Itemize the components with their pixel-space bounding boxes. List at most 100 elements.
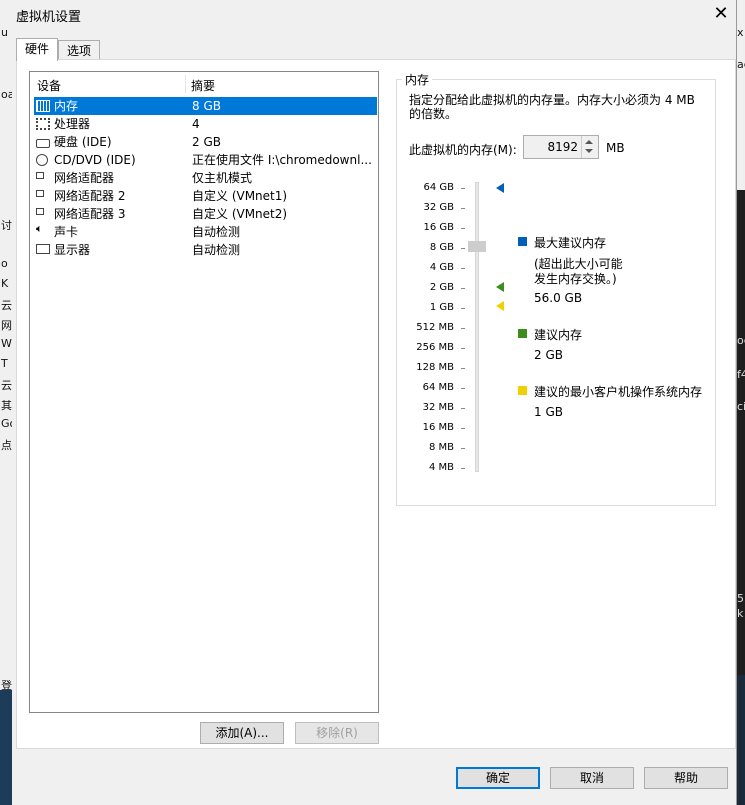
recommended-legend-swatch xyxy=(518,329,527,338)
memory-field-label: 此虚拟机的内存(M): xyxy=(409,143,517,157)
column-header-summary[interactable]: 摘要 xyxy=(191,77,215,94)
scale-label: 32 MB xyxy=(422,402,454,413)
close-icon[interactable]: ✕ xyxy=(708,2,734,26)
memory-stepper[interactable] xyxy=(581,136,598,158)
monitor-icon xyxy=(36,244,50,254)
cpu-icon xyxy=(36,118,50,130)
device-name: 网络适配器 3 xyxy=(54,207,126,221)
max-legend-value: 56.0 GB xyxy=(534,291,583,305)
device-row-sound[interactable]: 🔈︎ 声卡 自动检测 xyxy=(34,223,377,241)
network-icon xyxy=(36,208,44,215)
device-row-network-3[interactable]: 网络适配器 3 自定义 (VMnet2) xyxy=(34,205,377,223)
bg-text: K xyxy=(1,277,9,290)
recommended-legend-value: 2 GB xyxy=(534,348,563,362)
add-button[interactable]: 添加(A)... xyxy=(200,722,284,744)
recommended-legend-title: 建议内存 xyxy=(534,328,583,342)
scale-label: 8 MB xyxy=(428,442,454,453)
device-name: 声卡 xyxy=(54,225,79,239)
memory-spinbox[interactable]: 8192 xyxy=(523,135,599,159)
device-summary: 自定义 (VMnet1) xyxy=(192,189,288,203)
bg-text: 讨 xyxy=(1,219,12,232)
min-legend-value: 1 GB xyxy=(534,405,563,419)
dialog-title: 虚拟机设置 xyxy=(16,10,82,25)
device-name: 显示器 xyxy=(54,243,91,257)
ok-button[interactable]: 确定 xyxy=(456,767,540,789)
scale-label: 2 GB xyxy=(429,282,454,293)
background-desktop xyxy=(0,690,12,805)
bg-text: x xyxy=(737,26,744,39)
device-name: 网络适配器 2 xyxy=(54,189,126,203)
min-marker-icon xyxy=(496,301,504,311)
device-summary: 正在使用文件 I:\chromedownl... xyxy=(192,153,372,167)
scale-tick xyxy=(461,428,465,429)
device-summary: 自定义 (VMnet2) xyxy=(192,207,288,221)
speaker-icon: 🔈︎ xyxy=(36,222,43,235)
tab-hardware[interactable]: 硬件 xyxy=(16,38,59,61)
memory-input[interactable]: 8192 xyxy=(547,140,578,154)
min-legend-title: 建议的最小客户机操作系统内存 xyxy=(534,385,703,399)
scale-tick xyxy=(461,348,465,349)
bg-text: 其 xyxy=(1,399,12,412)
device-summary: 自动检测 xyxy=(192,243,241,257)
scale-tick xyxy=(461,248,465,249)
device-list: 设备 摘要 内存 8 GB 处理器 4 硬盘 (IDE) 2 GB CD/DVD… xyxy=(29,71,379,713)
remove-button[interactable]: 移除(R) xyxy=(295,722,379,744)
memory-slider-thumb[interactable] xyxy=(468,241,486,252)
tab-options[interactable]: 选项 xyxy=(58,40,101,61)
bg-text: 网 xyxy=(1,319,12,332)
device-row-processor[interactable]: 处理器 4 xyxy=(34,115,377,133)
scale-tick xyxy=(461,208,465,209)
device-row-cdrom[interactable]: CD/DVD (IDE) 正在使用文件 I:\chromedownl... xyxy=(34,151,377,169)
scale-label: 16 MB xyxy=(422,422,454,433)
chevron-down-icon[interactable] xyxy=(585,149,593,153)
scale-tick xyxy=(461,188,465,189)
scale-label: 1 GB xyxy=(429,302,454,313)
device-name: 内存 xyxy=(54,99,79,113)
network-icon xyxy=(36,190,44,197)
column-header-device[interactable]: 设备 xyxy=(37,77,61,94)
scale-tick xyxy=(461,288,465,289)
scale-label: 4 GB xyxy=(429,262,454,273)
scale-tick xyxy=(461,268,465,269)
scale-label: 8 GB xyxy=(429,242,454,253)
max-legend-note: (超出此大小可能 发生内存交换。) xyxy=(534,257,623,286)
network-icon xyxy=(36,172,44,179)
bg-text: 云 xyxy=(1,299,12,312)
device-row-memory[interactable]: 内存 8 GB xyxy=(34,97,377,115)
device-summary: 8 GB xyxy=(192,99,221,113)
device-row-network-1[interactable]: 网络适配器 仅主机模式 xyxy=(34,169,377,187)
bg-text: u xyxy=(1,26,8,39)
device-row-display[interactable]: 显示器 自动检测 xyxy=(34,241,377,259)
scale-tick xyxy=(461,228,465,229)
cd-icon xyxy=(36,154,48,166)
device-summary: 仅主机模式 xyxy=(192,171,253,185)
device-row-network-2[interactable]: 网络适配器 2 自定义 (VMnet1) xyxy=(34,187,377,205)
min-legend-swatch xyxy=(518,386,527,395)
bg-text: 云 xyxy=(1,379,12,392)
bg-text: o xyxy=(1,257,8,270)
scale-tick xyxy=(461,308,465,309)
scale-label: 64 GB xyxy=(423,182,454,193)
scale-label: 4 MB xyxy=(428,462,454,473)
device-row-disk[interactable]: 硬盘 (IDE) 2 GB xyxy=(34,133,377,151)
bg-text: 登 xyxy=(1,679,12,692)
device-summary: 4 xyxy=(192,117,200,131)
chevron-up-icon[interactable] xyxy=(585,140,593,144)
scale-tick xyxy=(461,328,465,329)
memory-icon xyxy=(36,100,50,112)
cancel-button[interactable]: 取消 xyxy=(550,767,634,789)
device-name: CD/DVD (IDE) xyxy=(54,153,136,167)
max-legend-swatch xyxy=(518,237,527,246)
disk-icon xyxy=(36,139,50,148)
bg-text: ci xyxy=(737,400,745,413)
scale-tick xyxy=(461,468,465,469)
scale-tick xyxy=(461,408,465,409)
bg-text: T xyxy=(1,357,8,370)
bg-text: k xyxy=(737,607,744,620)
column-separator[interactable] xyxy=(185,75,186,93)
bg-text: W xyxy=(1,337,12,350)
help-button[interactable]: 帮助 xyxy=(644,767,728,789)
max-marker-icon xyxy=(496,183,504,193)
device-name: 硬盘 (IDE) xyxy=(54,135,112,149)
memory-slider-track[interactable] xyxy=(475,182,479,472)
